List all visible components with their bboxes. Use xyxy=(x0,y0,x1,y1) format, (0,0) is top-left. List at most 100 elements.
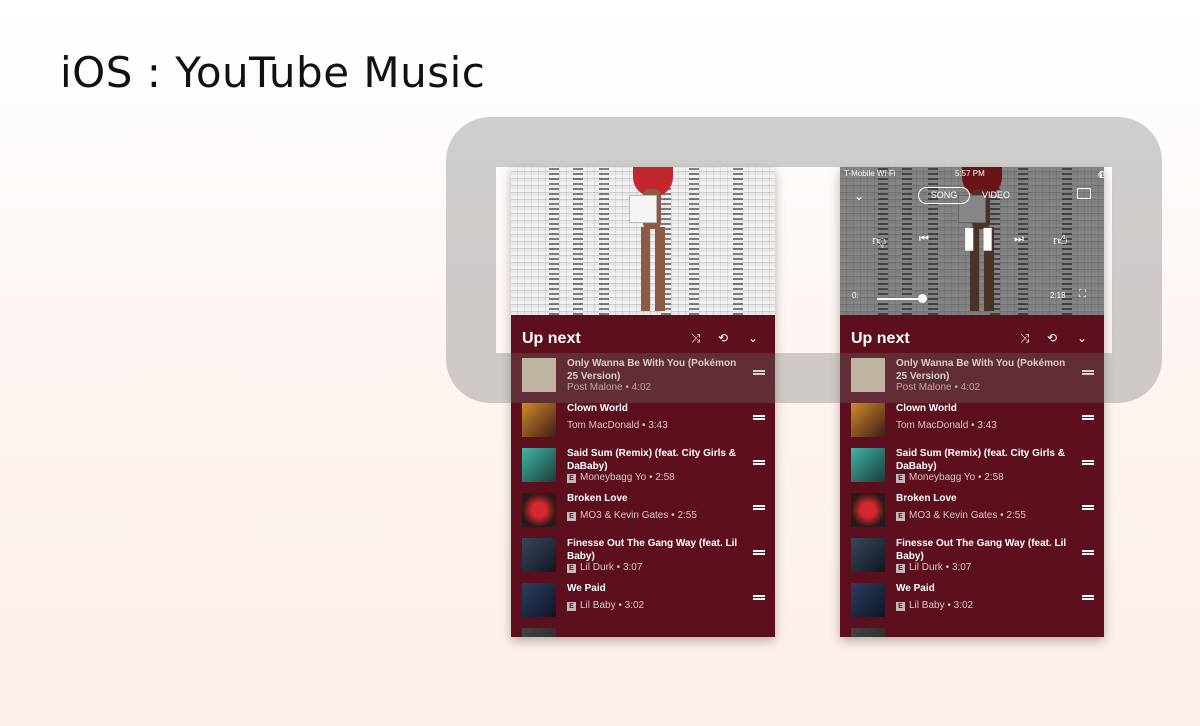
list-item[interactable]: We Paid E Lil Baby • 3:02 xyxy=(840,578,1104,623)
up-next-list: Only Wanna Be With You (Pokémon 25 Versi… xyxy=(511,353,775,637)
list-item-partial xyxy=(840,623,1104,637)
tab-song[interactable]: SONG xyxy=(918,187,970,204)
song-meta: Tom MacDonald • 3:43 xyxy=(896,420,997,431)
album-thumbnail xyxy=(522,358,556,392)
album-art xyxy=(511,167,775,315)
album-thumbnail xyxy=(851,628,885,637)
drag-handle-icon[interactable] xyxy=(753,370,765,375)
drag-handle-icon[interactable] xyxy=(1082,460,1094,465)
drag-handle-icon[interactable] xyxy=(753,460,765,465)
song-title: Said Sum (Remix) (feat. City Girls & DaB… xyxy=(896,448,1065,472)
explicit-badge: E xyxy=(896,602,905,611)
song-meta: E MO3 & Kevin Gates • 2:55 xyxy=(567,510,697,521)
explicit-badge: E xyxy=(896,474,905,483)
album-thumbnail xyxy=(522,448,556,482)
album-thumbnail xyxy=(522,493,556,527)
song-meta: E Lil Baby • 3:02 xyxy=(896,600,973,611)
song-title: Finesse Out The Gang Way (feat. Lil Baby… xyxy=(896,538,1067,562)
progress-bar[interactable] xyxy=(877,298,923,300)
album-thumbnail xyxy=(851,538,885,572)
chevron-down-icon[interactable]: ⌄ xyxy=(854,189,864,203)
song-title: Clown World xyxy=(896,403,957,414)
up-next-title: Up next xyxy=(522,330,581,347)
list-item[interactable]: Finesse Out The Gang Way (feat. Lil Baby… xyxy=(511,533,775,578)
album-thumbnail xyxy=(851,493,885,527)
album-thumbnail xyxy=(851,358,885,392)
song-meta: E Moneybagg Yo • 2:58 xyxy=(896,472,1004,483)
tab-video[interactable]: VIDEO xyxy=(982,190,1010,200)
list-item-partial xyxy=(511,623,775,637)
up-next-header: Up next ⤨ ⟲ ⌄ xyxy=(511,327,775,351)
song-title: Broken Love xyxy=(896,493,957,504)
album-thumbnail xyxy=(522,538,556,572)
shuffle-icon[interactable]: ⤨ xyxy=(691,331,701,346)
drag-handle-icon[interactable] xyxy=(1082,595,1094,600)
song-meta: Tom MacDonald • 3:43 xyxy=(567,420,668,431)
chevron-down-icon[interactable]: ⌄ xyxy=(748,331,758,345)
duration-time: 2:18 xyxy=(1050,291,1066,300)
song-meta: Post Malone • 4:02 xyxy=(567,382,652,393)
album-thumbnail xyxy=(522,403,556,437)
explicit-badge: E xyxy=(896,564,905,573)
list-item[interactable]: Only Wanna Be With You (Pokémon 25 Versi… xyxy=(840,353,1104,398)
list-item[interactable]: Broken Love E MO3 & Kevin Gates • 2:55 xyxy=(840,488,1104,533)
list-item[interactable]: We Paid E Lil Baby • 3:02 xyxy=(511,578,775,623)
list-item[interactable]: Said Sum (Remix) (feat. City Girls & DaB… xyxy=(511,443,775,488)
song-title: Only Wanna Be With You (Pokémon 25 Versi… xyxy=(567,358,737,382)
song-title: Finesse Out The Gang Way (feat. Lil Baby… xyxy=(567,538,738,562)
progress-knob[interactable] xyxy=(918,294,927,303)
explicit-badge: E xyxy=(896,512,905,521)
pause-icon[interactable]: ❚❚ xyxy=(960,225,997,251)
song-title: We Paid xyxy=(567,583,606,594)
list-item[interactable]: Said Sum (Remix) (feat. City Girls & DaB… xyxy=(840,443,1104,488)
album-thumbnail xyxy=(851,403,885,437)
album-thumbnail xyxy=(522,628,556,637)
carrier-label: T-Mobile Wi-Fi xyxy=(844,169,896,178)
page-title: iOS : YouTube Music xyxy=(60,48,486,97)
list-item[interactable]: Broken Love E MO3 & Kevin Gates • 2:55 xyxy=(511,488,775,533)
song-title: Only Wanna Be With You (Pokémon 25 Versi… xyxy=(896,358,1066,382)
song-title: Broken Love xyxy=(567,493,628,504)
drag-handle-icon[interactable] xyxy=(753,550,765,555)
drag-handle-icon[interactable] xyxy=(753,505,765,510)
explicit-badge: E xyxy=(567,512,576,521)
cast-icon[interactable] xyxy=(1077,188,1091,199)
album-thumbnail xyxy=(522,583,556,617)
drag-handle-icon[interactable] xyxy=(753,595,765,600)
song-meta: Post Malone • 4:02 xyxy=(896,382,981,393)
up-next-title: Up next xyxy=(851,330,910,347)
song-title: Said Sum (Remix) (feat. City Girls & DaB… xyxy=(567,448,736,472)
drag-handle-icon[interactable] xyxy=(753,415,765,420)
shuffle-icon[interactable]: ⤨ xyxy=(1020,331,1030,346)
list-item[interactable]: Finesse Out The Gang Way (feat. Lil Baby… xyxy=(840,533,1104,578)
list-item[interactable]: Clown World Tom MacDonald • 3:43 xyxy=(511,398,775,443)
song-meta: E Lil Durk • 3:07 xyxy=(567,562,642,573)
song-title: Clown World xyxy=(567,403,628,414)
song-title: We Paid xyxy=(896,583,935,594)
chevron-down-icon[interactable]: ⌄ xyxy=(1077,331,1087,345)
song-meta: E Lil Baby • 3:02 xyxy=(567,600,644,611)
list-item[interactable]: Only Wanna Be With You (Pokémon 25 Versi… xyxy=(511,353,775,398)
thumbs-down-icon[interactable]: 👎︎ xyxy=(872,232,886,249)
next-icon[interactable]: ⏭ xyxy=(1014,233,1024,246)
song-meta: E Moneybagg Yo • 2:58 xyxy=(567,472,675,483)
fullscreen-icon[interactable]: ⛶ xyxy=(1079,289,1086,300)
repeat-icon[interactable]: ⟲ xyxy=(718,331,728,345)
drag-handle-icon[interactable] xyxy=(1082,415,1094,420)
drag-handle-icon[interactable] xyxy=(1082,370,1094,375)
elapsed-time: 0: xyxy=(852,291,859,300)
explicit-badge: E xyxy=(567,564,576,573)
repeat-icon[interactable]: ⟲ xyxy=(1047,331,1057,345)
thumbs-up-icon[interactable]: 👍︎ xyxy=(1053,232,1068,249)
up-next-header: Up next ⤨ ⟲ ⌄ xyxy=(840,327,1104,351)
drag-handle-icon[interactable] xyxy=(1082,505,1094,510)
album-thumbnail xyxy=(851,583,885,617)
explicit-badge: E xyxy=(567,474,576,483)
explicit-badge: E xyxy=(567,602,576,611)
previous-icon[interactable]: ⏮ xyxy=(919,233,929,246)
drag-handle-icon[interactable] xyxy=(1082,550,1094,555)
phone-screen-art: Up next ⤨ ⟲ ⌄ Only Wanna Be With You (Po… xyxy=(511,167,775,637)
album-thumbnail xyxy=(851,448,885,482)
list-item[interactable]: Clown World Tom MacDonald • 3:43 xyxy=(840,398,1104,443)
phone-screen-controls: T-Mobile Wi-Fi 5:57 PM 6% ⌄ SONG VIDEO 👎… xyxy=(840,167,1104,637)
